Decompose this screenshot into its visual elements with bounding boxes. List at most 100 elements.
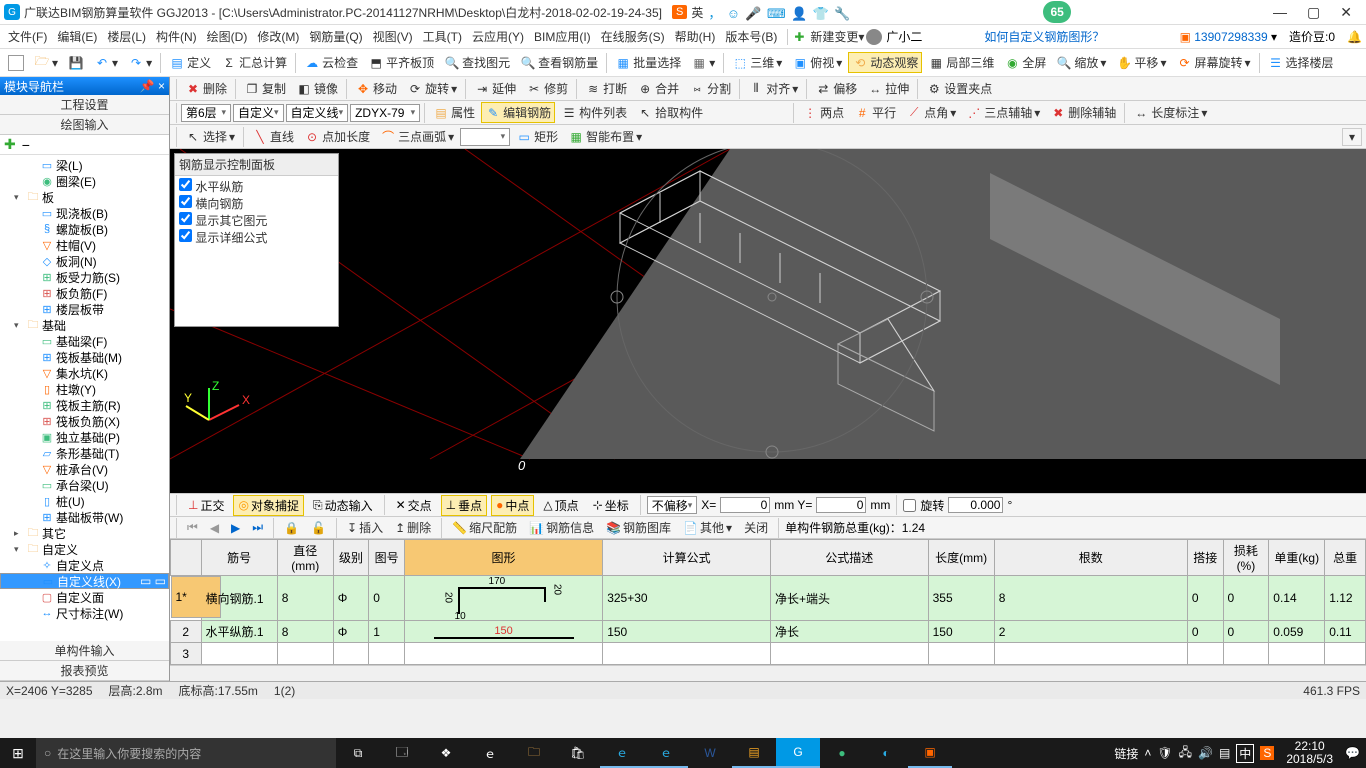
- panel-option[interactable]: 横向钢筋: [179, 195, 334, 212]
- tray-notifications-icon[interactable]: 💬: [1345, 746, 1360, 760]
- snap-intersect-button[interactable]: ✕交点: [391, 495, 437, 516]
- tree-item[interactable]: ▽柱帽(V): [0, 237, 169, 253]
- x-input[interactable]: [720, 497, 770, 513]
- tree-item[interactable]: ▢自定义面: [0, 589, 169, 605]
- tree-item[interactable]: ⊞板受力筋(S): [0, 269, 169, 285]
- rotate-input[interactable]: [948, 497, 1003, 513]
- table-cell[interactable]: 8: [277, 621, 333, 643]
- close-panel-button[interactable]: 关闭: [740, 517, 772, 538]
- row-header[interactable]: 3: [171, 643, 202, 665]
- select-floor-button[interactable]: ☰选择楼层: [1264, 52, 1338, 73]
- table-cell[interactable]: [770, 643, 928, 665]
- tree-item[interactable]: ⊞板负筋(F): [0, 285, 169, 301]
- table-header[interactable]: 根数: [994, 540, 1187, 576]
- edit-setclip-button[interactable]: ⚙设置夹点: [922, 78, 996, 99]
- ime-user-icon[interactable]: 👤: [791, 6, 807, 21]
- table-header[interactable]: 长度(mm): [928, 540, 994, 576]
- new-file-button[interactable]: ▫: [4, 53, 28, 73]
- dynamic-view-button[interactable]: ⟲动态观察: [848, 52, 922, 73]
- snap-mid-button[interactable]: ●中点: [491, 495, 534, 516]
- table-header[interactable]: 计算公式: [603, 540, 771, 576]
- attrib-button[interactable]: ▤属性: [429, 102, 479, 123]
- snap-perp-button[interactable]: ⊥垂点: [441, 495, 487, 516]
- shape-cell[interactable]: 170202010: [404, 576, 602, 621]
- start-button[interactable]: ⊞: [0, 745, 36, 762]
- edit-break-button[interactable]: ≋打断: [581, 78, 631, 99]
- tree-item[interactable]: ▾🗀基础: [0, 317, 169, 333]
- table-cell[interactable]: 1: [369, 621, 405, 643]
- table-cell[interactable]: 0: [369, 576, 405, 621]
- cloud-check-button[interactable]: ☁云检查: [300, 52, 362, 73]
- tray-ime2-icon[interactable]: 中: [1236, 744, 1254, 763]
- edit-split-button[interactable]: ⑅分割: [685, 78, 735, 99]
- credit-balance[interactable]: 造价豆:0: [1289, 28, 1335, 45]
- taskbar-app-2[interactable]: ❖: [424, 738, 468, 768]
- table-cell[interactable]: [369, 643, 405, 665]
- tree-item[interactable]: ⊞基础板带(W): [0, 509, 169, 525]
- tree-item[interactable]: ▯柱墩(Y): [0, 381, 169, 397]
- table-cell[interactable]: 净长+端头: [770, 576, 928, 621]
- account-id[interactable]: ▣ 13907298339 ▾: [1180, 30, 1277, 44]
- table-header[interactable]: 公式描述: [770, 540, 928, 576]
- tree-item[interactable]: ▭承台梁(U): [0, 477, 169, 493]
- save-button[interactable]: 💾: [64, 53, 88, 73]
- edit-align-button[interactable]: ⫴对齐▾: [744, 78, 802, 99]
- table-header[interactable]: 单重(kg): [1269, 540, 1325, 576]
- smart-layout-button[interactable]: ▦智能布置▾: [564, 126, 646, 147]
- table-cell[interactable]: [277, 643, 333, 665]
- taskbar-green[interactable]: ●: [820, 738, 864, 768]
- menu-tools[interactable]: 工具(T): [419, 26, 466, 47]
- menu-floor[interactable]: 楼层(L): [103, 26, 150, 47]
- zoom-button[interactable]: 🔍缩放▾: [1052, 52, 1110, 73]
- nav-last-button[interactable]: ⏭: [248, 518, 267, 537]
- flat-roof-button[interactable]: ⬒平齐板顶: [364, 52, 438, 73]
- table-header[interactable]: 搭接: [1187, 540, 1223, 576]
- nav-next-button[interactable]: ▶: [227, 519, 244, 537]
- table-cell[interactable]: 0: [1223, 621, 1269, 643]
- ime-punct-icon[interactable]: ，: [708, 6, 721, 21]
- rebar-table[interactable]: 筋号直径(mm)级别图号图形计算公式公式描述长度(mm)根数搭接损耗(%)单重(…: [170, 539, 1366, 665]
- windows-taskbar[interactable]: ⊞ ○在这里输入你要搜索的内容 ⧉ 🗔 ❖ ｅ 🗀 🛍 ｅ ｅ W ▤ G ● …: [0, 738, 1366, 768]
- tree-item[interactable]: ⊞筏板负筋(X): [0, 413, 169, 429]
- tree-item[interactable]: ▭基础梁(F): [0, 333, 169, 349]
- snap-osnap-button[interactable]: ◎对象捕捉: [233, 495, 304, 516]
- taskbar-app-1[interactable]: 🗔: [380, 738, 424, 768]
- table-cell[interactable]: [1223, 643, 1269, 665]
- tree-item[interactable]: ✧自定义点: [0, 557, 169, 573]
- table-cell[interactable]: [603, 643, 771, 665]
- snap-coord-button[interactable]: ⊹坐标: [588, 495, 634, 516]
- nav-first-button[interactable]: ⏮: [183, 518, 202, 537]
- unlock-button[interactable]: 🔓: [307, 519, 330, 537]
- table-cell[interactable]: 325+30: [603, 576, 771, 621]
- taskbar-search[interactable]: ○在这里输入你要搜索的内容: [36, 738, 336, 768]
- table-cell[interactable]: [928, 643, 994, 665]
- panel-option[interactable]: 水平纵筋: [179, 178, 334, 195]
- table-cell[interactable]: 0.14: [1269, 576, 1325, 621]
- snap-vertex-button[interactable]: △顶点: [538, 495, 583, 516]
- ime-face-icon[interactable]: ☺: [727, 6, 740, 21]
- row-header[interactable]: 2: [171, 621, 202, 643]
- table-cell[interactable]: 8: [277, 576, 333, 621]
- menu-online[interactable]: 在线服务(S): [597, 26, 669, 47]
- aux-parallel-button[interactable]: #平行: [850, 102, 900, 123]
- nav-tab-project[interactable]: 工程设置: [0, 95, 169, 115]
- taskbar-word[interactable]: W: [688, 738, 732, 768]
- offset-mode-select[interactable]: 不偏移▾: [647, 496, 698, 514]
- menu-component[interactable]: 构件(N): [152, 26, 201, 47]
- tray-ime1-icon[interactable]: ▤: [1219, 746, 1230, 760]
- table-cell[interactable]: 0.059: [1269, 621, 1325, 643]
- task-view-button[interactable]: ⧉: [336, 738, 380, 768]
- taskbar-store[interactable]: 🛍: [556, 738, 600, 768]
- edit-rebar-button[interactable]: ✎编辑钢筋: [481, 102, 555, 123]
- table-cell[interactable]: 150: [928, 621, 994, 643]
- screen-rotate-button[interactable]: ⟳屏幕旋转▾: [1172, 52, 1254, 73]
- new-change-button[interactable]: ✚新建变更 ▾: [794, 28, 864, 45]
- table-header[interactable]: 筋号: [201, 540, 277, 576]
- tree-item[interactable]: ⊞楼层板带: [0, 301, 169, 317]
- select-tool-button[interactable]: ↖选择▾: [181, 126, 239, 147]
- table-cell[interactable]: [994, 643, 1187, 665]
- ime-tool-icon[interactable]: 🔧: [834, 6, 850, 21]
- top-view-button[interactable]: ▣俯视▾: [788, 52, 846, 73]
- menu-edit[interactable]: 编辑(E): [53, 26, 101, 47]
- tree-item[interactable]: ▭现浇板(B): [0, 205, 169, 221]
